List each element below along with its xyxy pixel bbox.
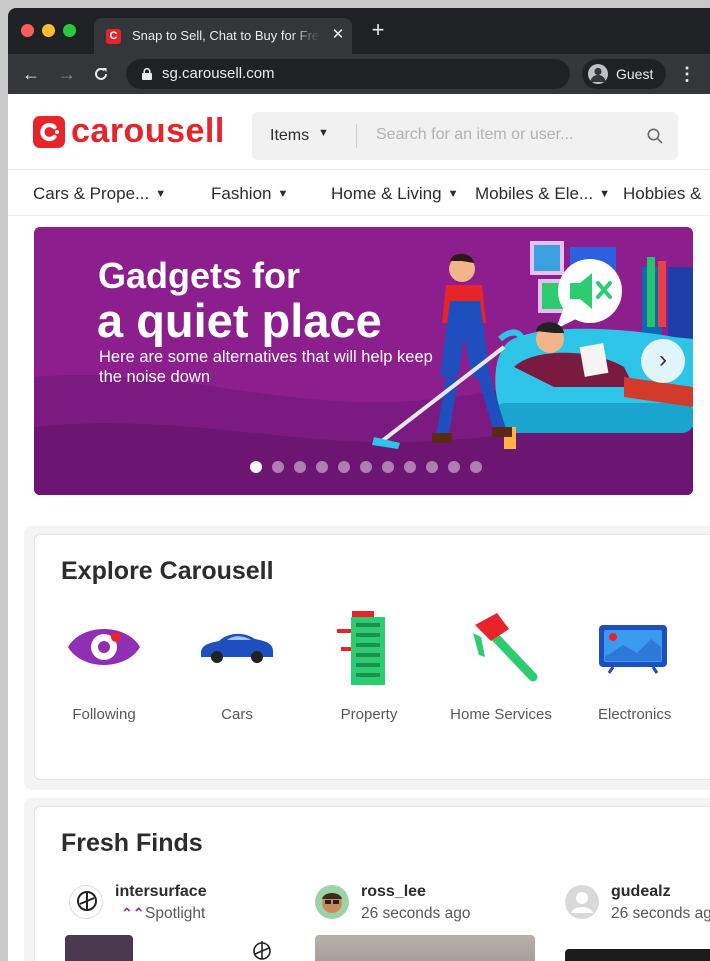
spotlight-badge: Spotlight <box>145 905 206 922</box>
carousell-logo[interactable]: carousell <box>33 112 225 150</box>
section-title: Fresh Finds <box>61 829 203 857</box>
carousel-dot[interactable] <box>272 461 284 473</box>
section-title: Explore Carousell <box>61 557 274 585</box>
tab-close-icon[interactable]: ✕ <box>330 26 346 44</box>
banner-subtitle: Here are some alternatives that will hel… <box>99 348 433 386</box>
carousel-dot[interactable] <box>404 461 416 473</box>
explore-section: Explore Carousell Following Cars Propert… <box>34 534 710 780</box>
browser-menu-icon[interactable]: ⋮ <box>678 63 696 85</box>
explore-cars[interactable]: Cars <box>182 607 292 727</box>
hammer-icon <box>461 607 541 687</box>
carousell-logo-icon <box>33 116 65 148</box>
listing-image[interactable] <box>565 949 710 961</box>
browser-window: C Snap to Sell, Chat to Buy for Free ✕ +… <box>8 8 710 961</box>
listing-time: 26 seconds ago <box>361 905 471 922</box>
reload-button[interactable] <box>90 63 112 85</box>
listing-image[interactable] <box>315 935 535 961</box>
tab-strip: C Snap to Sell, Chat to Buy for Free ✕ + <box>8 8 710 54</box>
minimize-window-button[interactable] <box>42 24 55 37</box>
tv-icon <box>593 607 673 687</box>
browser-toolbar: ← → sg.carousell.com Guest ⋮ <box>8 54 710 94</box>
carousel-dot[interactable] <box>316 461 328 473</box>
explore-property[interactable]: Property <box>314 607 424 727</box>
chevron-down-icon: ▼ <box>599 188 610 200</box>
explore-following[interactable]: Following <box>49 607 159 727</box>
category-fashion[interactable]: Fashion ▼ <box>211 184 288 204</box>
category-label: Cars & Prope... <box>33 184 150 203</box>
banner-next-button[interactable]: › <box>641 339 685 383</box>
seller-name: intersurface <box>115 883 207 900</box>
carousel-dot[interactable] <box>338 461 350 473</box>
profile-label: Guest <box>616 66 654 82</box>
explore-label: Home Services <box>450 706 552 723</box>
carousel-dot[interactable] <box>250 461 262 473</box>
avatar-icon <box>588 64 608 84</box>
seller-name: gudealz <box>611 883 671 900</box>
chevrons-up-icon: ⌃⌃ <box>121 905 145 921</box>
explore-label: Cars <box>221 706 253 723</box>
maximize-window-button[interactable] <box>63 24 76 37</box>
chevron-down-icon: ▼ <box>318 127 329 139</box>
carousel-dot[interactable] <box>382 461 394 473</box>
logo-text: carousell <box>71 112 225 150</box>
eye-icon <box>64 607 144 687</box>
listing-image[interactable] <box>65 935 133 961</box>
category-mobiles-electronics[interactable]: Mobiles & Ele... ▼ <box>475 184 610 204</box>
explore-label: Electronics <box>598 706 672 723</box>
search-bar: Items ▼ <box>252 112 678 160</box>
carousel-dot[interactable] <box>360 461 372 473</box>
close-window-button[interactable] <box>21 24 34 37</box>
seller-name: ross_lee <box>361 883 426 900</box>
category-home-living[interactable]: Home & Living ▼ <box>331 184 458 204</box>
chevron-down-icon: ▼ <box>277 188 289 200</box>
carousel-dot[interactable] <box>470 461 482 473</box>
avatar <box>315 885 349 919</box>
category-cars-property[interactable]: Cars & Prope... ▼ <box>33 184 166 204</box>
carousel-dot[interactable] <box>294 461 306 473</box>
search-category-dropdown[interactable]: Items <box>270 127 309 145</box>
carousell-favicon-icon: C <box>106 29 121 44</box>
search-divider <box>356 124 357 148</box>
search-input[interactable] <box>376 126 626 144</box>
new-tab-button[interactable]: + <box>368 19 388 41</box>
chevron-down-icon: ▼ <box>447 188 459 200</box>
banner-title: a quiet place <box>97 294 382 347</box>
avatar <box>565 885 599 919</box>
explore-home-services[interactable]: Home Services <box>446 607 556 727</box>
fresh-finds-section: Fresh Finds intersurface ⌃⌃ Spotlight ro <box>34 806 710 961</box>
category-label: Mobiles & Ele... <box>475 184 594 203</box>
explore-label: Following <box>72 706 136 723</box>
chevron-down-icon: ▼ <box>155 188 167 200</box>
listing-logo-icon <box>247 935 277 961</box>
banner-title: Gadgets for <box>98 255 301 296</box>
back-button[interactable]: ← <box>20 63 42 85</box>
building-icon <box>329 607 409 687</box>
category-label: Fashion <box>211 184 272 203</box>
lock-icon <box>142 68 152 80</box>
promo-banner[interactable]: Gadgets for a quiet place Here are some … <box>34 227 693 495</box>
listing-seller[interactable]: intersurface ⌃⌃ Spotlight <box>69 883 269 927</box>
carousel-dot[interactable] <box>426 461 438 473</box>
profile-button[interactable]: Guest <box>582 59 666 89</box>
car-icon <box>197 607 277 687</box>
category-label: Home & Living <box>331 184 442 203</box>
category-label: Hobbies & <box>623 184 702 203</box>
search-icon[interactable] <box>646 127 664 145</box>
listing-time: 26 seconds ago <box>611 905 710 922</box>
url-text: sg.carousell.com <box>162 65 275 82</box>
category-nav: Cars & Prope... ▼ Fashion ▼ Home & Living ▼… <box>8 170 710 216</box>
category-hobbies[interactable]: Hobbies & <box>623 184 701 204</box>
carousel-dot[interactable] <box>448 461 460 473</box>
tab-title: Snap to Sell, Chat to Buy for Free <box>132 28 320 43</box>
site-header: carousell Items ▼ <box>8 94 710 170</box>
browser-tab[interactable]: C Snap to Sell, Chat to Buy for Free ✕ <box>94 18 352 54</box>
address-bar[interactable]: sg.carousell.com <box>126 59 570 89</box>
listing-seller[interactable]: gudealz 26 seconds ago <box>565 883 710 927</box>
explore-label: Property <box>340 706 398 723</box>
listing-seller[interactable]: ross_lee 26 seconds ago <box>315 883 515 927</box>
explore-electronics[interactable]: Electronics <box>578 607 688 727</box>
forward-button[interactable]: → <box>56 63 78 85</box>
avatar <box>69 885 103 919</box>
